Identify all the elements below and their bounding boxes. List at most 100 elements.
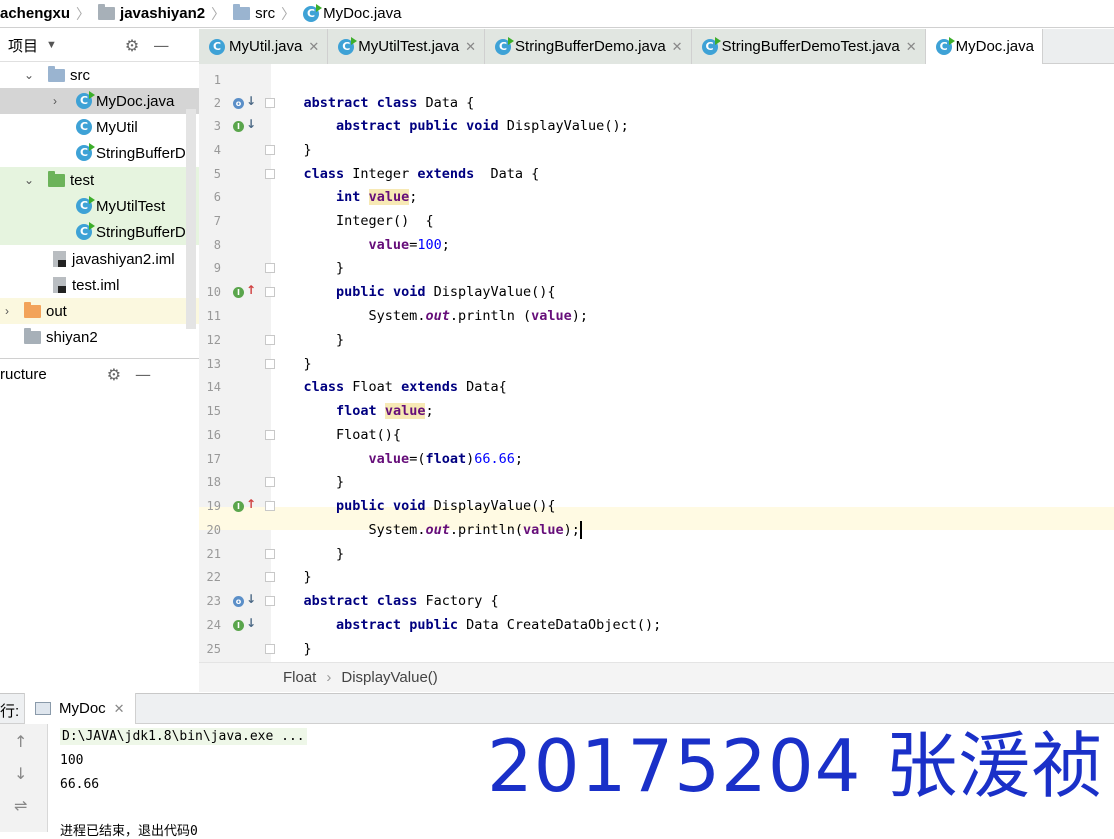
structure-panel-title[interactable]: ructure bbox=[0, 366, 47, 383]
identifier: Data bbox=[466, 379, 499, 395]
arrow-down-icon: ↓ bbox=[246, 616, 257, 630]
tab-stringbufferdemo[interactable]: C StringBufferDemo.java ✕ bbox=[485, 29, 692, 64]
identifier: System. bbox=[368, 308, 426, 324]
arrow-down-icon: ↓ bbox=[246, 94, 257, 108]
close-icon[interactable]: ✕ bbox=[465, 39, 476, 55]
run-tab-mydoc[interactable]: MyDoc ✕ bbox=[24, 693, 136, 724]
line-number: 22 bbox=[206, 570, 221, 584]
breadcrumb-item-src[interactable]: src 〉 bbox=[233, 4, 301, 24]
code-line: System.out.println(value); bbox=[368, 521, 582, 539]
gear-icon[interactable]: ⚙ bbox=[107, 365, 121, 384]
code-line: value=(float)66.66; bbox=[368, 451, 524, 467]
code-line: class Float extends Data{ bbox=[303, 379, 507, 395]
close-icon[interactable]: ✕ bbox=[114, 701, 125, 717]
scrollbar[interactable] bbox=[186, 109, 196, 329]
chevron-down-icon[interactable]: ⌄ bbox=[22, 173, 36, 187]
tree-item-stringbufferdemotest[interactable]: C StringBufferDe bbox=[0, 219, 199, 245]
number: 66.66 bbox=[474, 451, 515, 467]
chevron-right-icon: 〉 bbox=[211, 5, 226, 22]
run-side-toolbar: ↑ ↓ ⇌ bbox=[0, 724, 48, 832]
keyword: class bbox=[376, 95, 418, 111]
chevron-right-icon[interactable]: › bbox=[48, 94, 62, 108]
implemented-by-icon[interactable]: o bbox=[233, 596, 244, 607]
run-tab-label: MyDoc bbox=[59, 700, 106, 717]
java-class-icon: C bbox=[701, 36, 721, 55]
keyword: void bbox=[392, 284, 426, 300]
tab-mydoc[interactable]: C MyDoc.java bbox=[925, 29, 1043, 64]
implemented-by-icon[interactable]: I bbox=[233, 620, 244, 631]
keyword: public bbox=[336, 284, 385, 300]
tree-item-label: src bbox=[70, 66, 90, 84]
project-panel-title[interactable]: 项目 bbox=[8, 35, 38, 56]
chevron-right-icon: 〉 bbox=[76, 5, 91, 22]
breadcrumb-item-file[interactable]: C MyDoc.java bbox=[303, 3, 402, 22]
tab-label: MyDoc.java bbox=[955, 38, 1034, 55]
keyword: void bbox=[466, 118, 499, 134]
code-editor[interactable]: 1 2 3 4 5 6 7 8 9 10 11 12 13 14 15 16 17 18 19 20 21 22 23 24 2… bbox=[199, 64, 1114, 662]
editor-tab-bar: C MyUtil.java ✕ C MyUtilTest.java ✕ C St… bbox=[199, 29, 1114, 64]
implemented-by-icon[interactable]: o bbox=[233, 98, 244, 109]
line-number: 5 bbox=[213, 167, 221, 181]
tree-item-myutil[interactable]: C MyUtil bbox=[0, 114, 199, 140]
arrow-up-icon: ↑ bbox=[246, 497, 257, 511]
line-number: 25 bbox=[206, 642, 221, 656]
code-crumb-class[interactable]: Float bbox=[283, 669, 316, 686]
tab-myutiltest[interactable]: C MyUtilTest.java ✕ bbox=[328, 29, 486, 64]
tree-item-javashiyan2-iml[interactable]: javashiyan2.iml bbox=[0, 246, 199, 272]
chevron-down-icon[interactable]: ⌄ bbox=[22, 68, 36, 82]
line-number: 24 bbox=[206, 618, 221, 632]
tree-item-test-iml[interactable]: test.iml bbox=[0, 272, 199, 298]
breadcrumb-item-project[interactable]: achengxu 〉 bbox=[0, 4, 96, 24]
code-line: } bbox=[271, 356, 312, 372]
folder-icon bbox=[24, 327, 41, 344]
chevron-right-icon[interactable]: › bbox=[0, 304, 14, 318]
code-area[interactable]: abstract class Data { abstract public vo… bbox=[271, 64, 1114, 662]
tab-myutil[interactable]: C MyUtil.java ✕ bbox=[199, 29, 329, 64]
dropdown-icon[interactable]: ▼ bbox=[46, 39, 57, 51]
close-icon[interactable]: ✕ bbox=[308, 39, 319, 55]
tree-item-out[interactable]: › out bbox=[0, 298, 199, 324]
identifier: Data bbox=[425, 95, 458, 111]
structure-panel-header: ructure ⚙ — bbox=[0, 358, 199, 390]
tab-stringbufferdemotest[interactable]: C StringBufferDemoTest.java ✕ bbox=[691, 29, 926, 64]
folder-icon bbox=[233, 4, 251, 20]
tree-item-shiyan2[interactable]: shiyan2 bbox=[0, 324, 199, 350]
code-line: value=100; bbox=[368, 237, 450, 253]
code-line: abstract public Data CreateDataObject(); bbox=[336, 617, 662, 633]
tree-item-mydoc[interactable]: › C MyDoc.java bbox=[0, 88, 199, 114]
arrow-down-icon[interactable]: ↓ bbox=[14, 764, 27, 783]
code-line: Integer() { bbox=[336, 213, 434, 229]
close-icon[interactable]: ✕ bbox=[906, 39, 917, 55]
keyword: class bbox=[303, 379, 345, 395]
tree-item-test[interactable]: ⌄ test bbox=[0, 167, 199, 193]
minimize-icon[interactable]: — bbox=[153, 36, 169, 55]
code-line: } bbox=[271, 142, 312, 158]
gear-icon[interactable]: ⚙ bbox=[125, 36, 139, 55]
tree-item-src[interactable]: ⌄ src bbox=[0, 62, 199, 88]
line-number: 14 bbox=[206, 380, 221, 394]
tree-item-label: MyUtilTest bbox=[96, 197, 166, 215]
arrow-down-icon: ↓ bbox=[246, 117, 257, 131]
tree-item-myutiltest[interactable]: C MyUtilTest bbox=[0, 193, 199, 219]
breadcrumb-label: MyDoc.java bbox=[323, 5, 402, 22]
implements-method-icon[interactable]: I bbox=[233, 501, 244, 512]
implements-method-icon[interactable]: I bbox=[233, 287, 244, 298]
code-line: } bbox=[271, 546, 345, 562]
tree-item-stringbufferdemo[interactable]: C StringBufferDe bbox=[0, 140, 199, 166]
breadcrumb-item-module[interactable]: javashiyan2 〉 bbox=[98, 4, 231, 24]
chevron-right-icon: 〉 bbox=[281, 5, 296, 22]
line-number: 23 bbox=[206, 594, 221, 608]
keyword: abstract bbox=[303, 593, 369, 609]
java-class-icon: C bbox=[303, 3, 323, 22]
minimize-icon[interactable]: — bbox=[135, 365, 151, 384]
tab-label: StringBufferDemoTest.java bbox=[721, 38, 900, 55]
identifier: System. bbox=[368, 522, 426, 538]
arrow-up-icon[interactable]: ↑ bbox=[14, 732, 27, 751]
field: value bbox=[523, 522, 564, 538]
implemented-by-icon[interactable]: I bbox=[233, 121, 244, 132]
code-line: int value; bbox=[336, 189, 418, 205]
code-crumb-method[interactable]: DisplayValue() bbox=[341, 669, 437, 686]
close-icon[interactable]: ✕ bbox=[672, 39, 683, 55]
soft-wrap-icon[interactable]: ⇌ bbox=[14, 796, 27, 815]
field: value bbox=[368, 237, 410, 253]
